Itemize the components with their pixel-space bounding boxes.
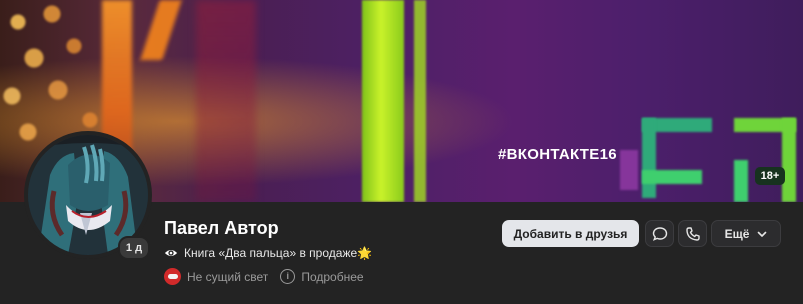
cover-red-glow <box>196 0 256 202</box>
more-label: Ещё <box>724 226 750 241</box>
add-friend-button[interactable]: Добавить в друзья <box>502 220 639 247</box>
chevron-down-icon <box>758 231 767 237</box>
more-info-link[interactable]: Подробнее <box>301 270 363 284</box>
status-text: Книга «Два пальца» в продаже🌟 <box>184 246 373 260</box>
community-avatar-icon <box>164 268 181 285</box>
chat-bubble-icon <box>652 226 667 241</box>
cover-green-stripe <box>414 0 426 202</box>
message-button[interactable] <box>645 220 674 247</box>
cover-glyph <box>782 118 796 202</box>
cover-green-light <box>362 0 404 202</box>
cover-orange-stripe <box>140 0 182 60</box>
age-rating-badge: 18+ <box>755 167 785 185</box>
profile-meta: Не сущий свет i Подробнее <box>164 268 364 285</box>
cover-glyph <box>620 150 638 190</box>
profile-name: Павел Автор <box>164 218 279 238</box>
last-seen-badge: 1 д <box>118 236 150 260</box>
info-icon[interactable]: i <box>280 269 296 284</box>
cover-hashtag: #ВКОНТАКТЕ16 <box>498 146 617 163</box>
cover-glyph <box>642 118 656 198</box>
eye-icon <box>164 249 178 257</box>
more-actions-button[interactable]: Ещё <box>711 220 781 247</box>
phone-icon <box>685 226 700 241</box>
profile-status: Книга «Два пальца» в продаже🌟 <box>164 246 372 260</box>
profile-page: #ВКОНТАКТЕ16 18+ 1 д Павел Автор Книга «… <box>0 0 803 304</box>
call-button[interactable] <box>678 220 707 247</box>
community-link[interactable]: Не сущий свет <box>187 270 268 284</box>
cover-glyph <box>734 160 748 202</box>
cover-glyph <box>642 170 702 184</box>
